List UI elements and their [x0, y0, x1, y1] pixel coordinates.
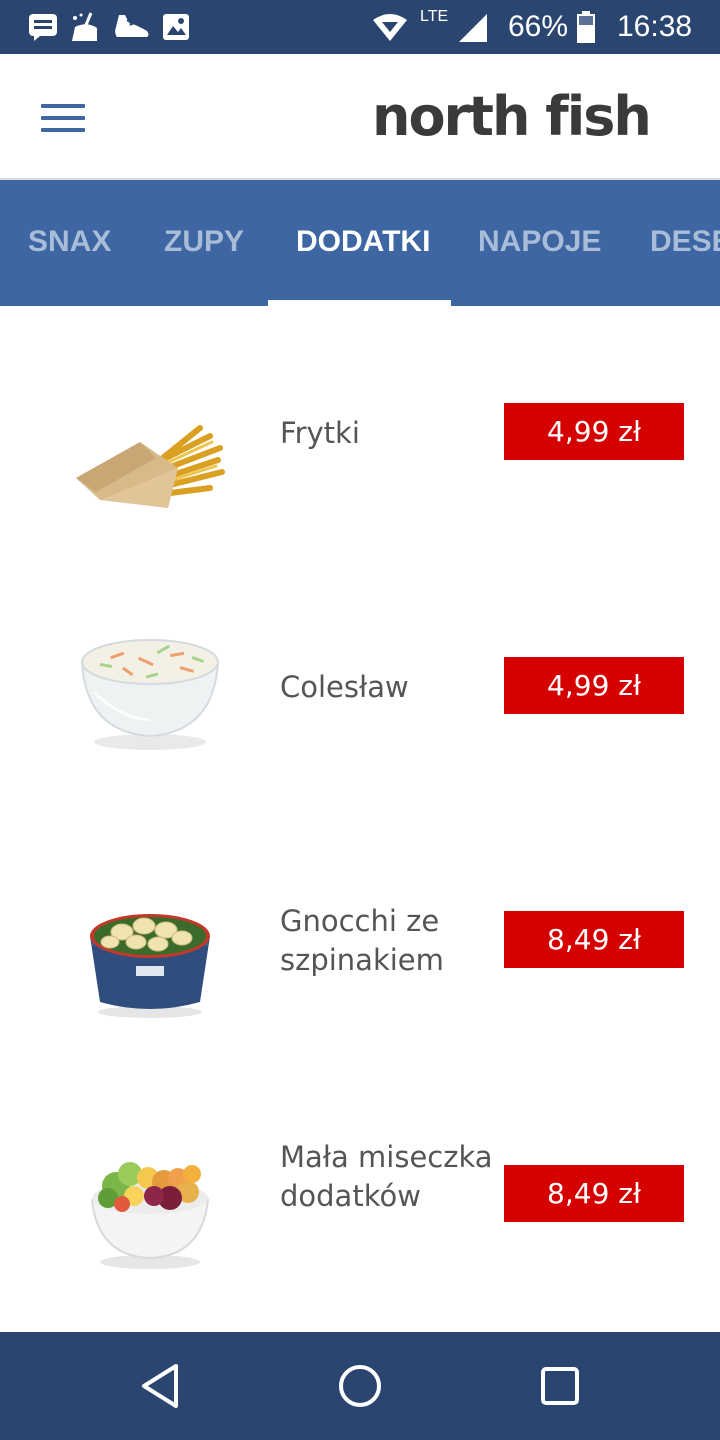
category-tab-bar: SNAX ZUPY DODATKI NAPOJE DESE [0, 180, 720, 306]
app-header: north fish [0, 54, 720, 180]
tab-desery[interactable]: DESE [650, 180, 720, 306]
tab-dodatki[interactable]: DODATKI [296, 180, 430, 306]
back-icon[interactable] [130, 1356, 190, 1416]
item-name: Colesław [280, 670, 409, 704]
price-button[interactable]: 8,49 zł [504, 911, 684, 968]
clock: 16:38 [617, 10, 693, 43]
hamburger-menu-icon[interactable] [26, 90, 100, 146]
battery-icon [574, 11, 598, 43]
item-name: Mała miseczka dodatków [280, 1140, 493, 1213]
home-icon[interactable] [330, 1356, 390, 1416]
list-item[interactable]: Colesław 4,99 zł [0, 560, 720, 814]
menu-list: Frytki 4,99 zł Colesław 4,99 zł Gnocchi … [0, 306, 720, 1332]
tab-zupy[interactable]: ZUPY [164, 180, 244, 306]
list-item[interactable]: Gnocchi ze szpinakiem 8,49 zł [0, 814, 720, 1068]
signal-icon [456, 11, 490, 43]
network-type: LTE [420, 8, 449, 25]
fries-image [60, 396, 240, 536]
tab-napoje[interactable]: NAPOJE [478, 180, 601, 306]
tab-snax[interactable]: SNAX [28, 180, 111, 306]
coleslaw-bowl-image [60, 620, 240, 760]
salad-bowl-image [60, 1138, 240, 1278]
price-button[interactable]: 4,99 zł [504, 657, 684, 714]
cleaner-icon [68, 11, 104, 43]
item-name: Frytki [280, 416, 360, 450]
wifi-icon [370, 11, 410, 43]
gnocchi-bowl-image [60, 884, 240, 1024]
price-button[interactable]: 4,99 zł [504, 403, 684, 460]
price-button[interactable]: 8,49 zł [504, 1165, 684, 1222]
list-item[interactable]: Mała miseczka dodatków 8,49 zł [0, 1068, 720, 1322]
status-bar: LTE 66% 16:38 [0, 0, 720, 54]
battery-level: 66% [508, 10, 569, 43]
image-icon [160, 11, 192, 43]
item-name: Gnocchi ze szpinakiem [280, 904, 444, 977]
brand-logo: north fish [372, 85, 652, 148]
message-icon [26, 11, 60, 43]
system-nav-bar [0, 1332, 720, 1440]
recents-icon[interactable] [530, 1356, 590, 1416]
list-item[interactable]: Frytki 4,99 zł [0, 306, 720, 560]
shoe-icon [112, 11, 152, 43]
